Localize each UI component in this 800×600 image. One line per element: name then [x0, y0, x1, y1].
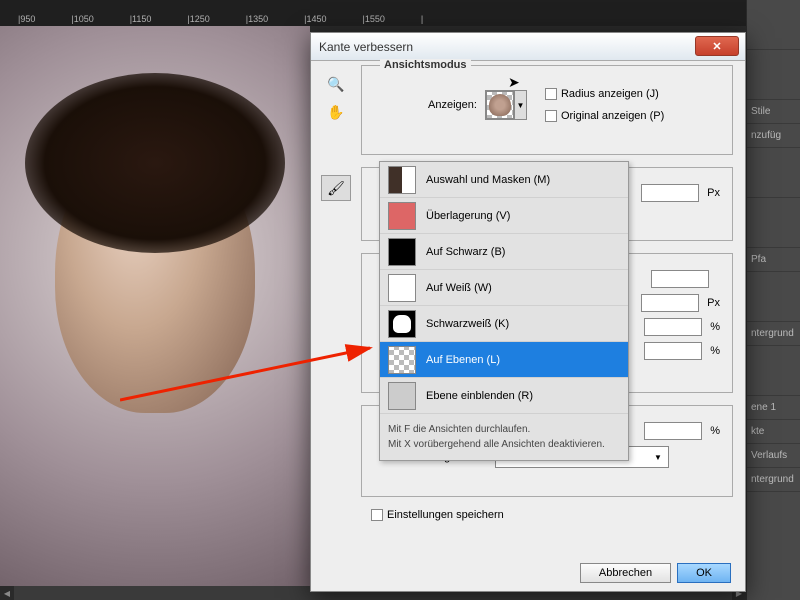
scroll-left-icon[interactable]: ◀ — [0, 586, 14, 600]
paths-tab[interactable]: Pfa — [747, 248, 800, 272]
document-canvas — [0, 26, 310, 600]
refine-edge-dialog: Kante verbessern ✕ Ansichtsmodus ➤ Anzei… — [310, 32, 746, 592]
cancel-button[interactable]: Abbrechen — [580, 563, 671, 583]
view-option-on-layers[interactable]: Auf Ebenen (L) — [380, 342, 628, 378]
layers-thumbs-stub — [747, 198, 800, 248]
view-option-reveal-layer[interactable]: Ebene einblenden (R) — [380, 378, 628, 414]
swatches-panel-stub — [747, 50, 800, 100]
decontaminate-amount-field[interactable] — [644, 422, 702, 440]
panels-dock: Stile nzufüg Pfa ntergrund ene 1 kte Ver… — [746, 0, 800, 600]
view-option-on-black[interactable]: Auf Schwarz (B) — [380, 234, 628, 270]
dialog-title: Kante verbessern — [319, 40, 413, 54]
layer-background-2[interactable]: ntergrund — [747, 468, 800, 492]
annotation-arrow-icon — [120, 342, 380, 402]
zoom-tool-button[interactable] — [321, 71, 351, 97]
radius-field[interactable] — [641, 184, 699, 202]
cursor-icon: ➤ — [508, 74, 520, 91]
ok-button[interactable]: OK — [677, 563, 731, 583]
view-mode-legend: Ansichtsmodus — [380, 59, 471, 71]
view-mode-thumb — [486, 91, 514, 119]
add-button-stub[interactable]: nzufüg — [747, 124, 800, 148]
shift-edge-field[interactable] — [644, 342, 702, 360]
chevron-down-icon: ▼ — [654, 453, 662, 462]
contrast-field[interactable] — [644, 318, 702, 336]
layer-background[interactable]: ntergrund — [747, 322, 800, 346]
view-mode-menu: Auswahl und Masken (M) Überlagerung (V) … — [379, 161, 629, 461]
view-option-on-white[interactable]: Auf Weiß (W) — [380, 270, 628, 306]
smooth-field[interactable] — [651, 270, 709, 288]
gradient-overlay-label: Verlaufs — [747, 444, 800, 468]
remember-settings-checkbox[interactable]: Einstellungen speichern — [371, 509, 504, 521]
radius-checkbox[interactable]: Radius anzeigen (J) — [545, 88, 664, 100]
canvas-ruler: |950|1050|1150|1250|1350|1450|1550| — [0, 0, 800, 26]
view-menu-hint: Mit F die Ansichten durchlaufen. Mit X v… — [380, 414, 628, 460]
view-mode-dropdown[interactable]: ▼ — [485, 90, 527, 120]
color-panel-stub — [747, 0, 800, 50]
styles-tab[interactable]: Stile — [747, 100, 800, 124]
dialog-titlebar[interactable]: Kante verbessern ✕ — [311, 33, 745, 61]
feather-field[interactable] — [641, 294, 699, 312]
hand-tool-button[interactable] — [321, 99, 351, 125]
refine-radius-brush-button[interactable] — [321, 175, 351, 201]
view-option-overlay[interactable]: Überlagerung (V) — [380, 198, 628, 234]
close-icon: ✕ — [712, 40, 721, 53]
view-option-mask[interactable]: Auswahl und Masken (M) — [380, 162, 628, 198]
anzeigen-label: Anzeigen: — [428, 99, 477, 111]
close-button[interactable]: ✕ — [695, 36, 739, 56]
chevron-down-icon: ▼ — [514, 91, 526, 119]
layer-ebene1[interactable]: ene 1 — [747, 396, 800, 420]
layer-fx-stub — [747, 272, 800, 322]
original-checkbox[interactable]: Original anzeigen (P) — [545, 110, 664, 122]
adjustments-icons-stub — [747, 148, 800, 198]
view-option-black-white[interactable]: Schwarzweiß (K) — [380, 306, 628, 342]
dialog-tool-column — [321, 71, 355, 203]
effects-label: kte — [747, 420, 800, 444]
view-mode-fieldset: Ansichtsmodus ➤ Anzeigen: ▼ Radius anzei… — [361, 65, 733, 155]
